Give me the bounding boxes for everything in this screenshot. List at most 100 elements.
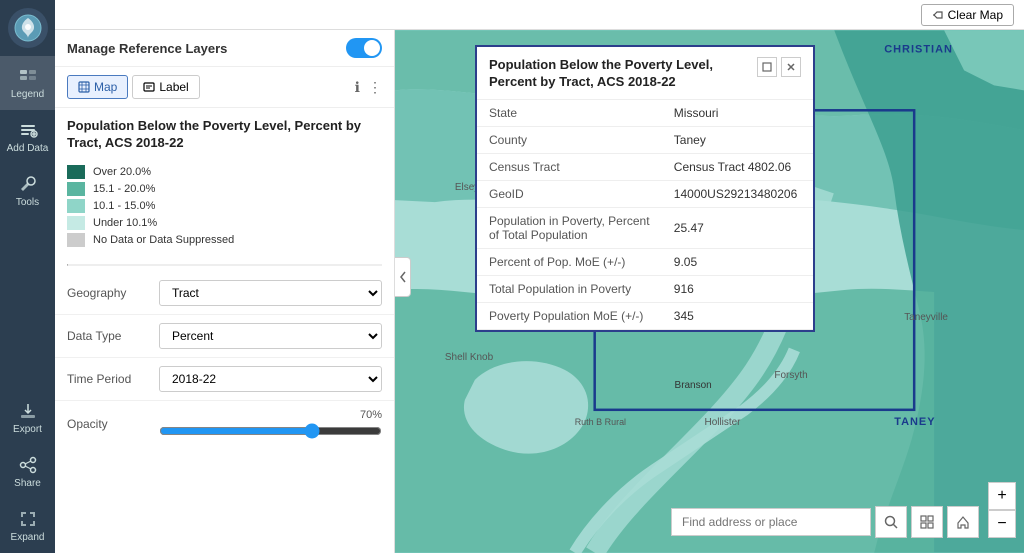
opacity-value: 70% (159, 409, 382, 421)
legend-color-1 (67, 182, 85, 196)
panel-tabs: Map Label ℹ ⋮ (55, 67, 394, 108)
geography-select[interactable]: Tract (159, 280, 382, 306)
svg-text:Shell Knob: Shell Knob (445, 352, 494, 363)
tab-label[interactable]: Label (132, 75, 199, 99)
panel-toggle-switch[interactable] (346, 38, 382, 58)
popup-label-county: County (477, 126, 662, 153)
popup-table: State Missouri County Taney Census Tract… (477, 100, 813, 330)
topbar: Clear Map (55, 0, 1024, 30)
svg-text:Ruth B Rural: Ruth B Rural (575, 417, 626, 427)
popup-row-pop-poverty: Population in Poverty, Percent of Total … (477, 207, 813, 248)
popup-label-poverty-moe: Poverty Population MoE (+/-) (477, 302, 662, 329)
sidebar-item-add-data[interactable]: Add Data (0, 110, 55, 164)
time-period-label: Time Period (67, 372, 147, 386)
legend-title: Population Below the Poverty Level, Perc… (55, 108, 394, 158)
popup-value-county: Taney (662, 126, 813, 153)
tab-map[interactable]: Map (67, 75, 128, 99)
popup-label-moe: Percent of Pop. MoE (+/-) (477, 248, 662, 275)
sidebar-item-tools[interactable]: Tools (0, 164, 55, 218)
sidebar-item-expand[interactable]: Expand (0, 499, 55, 553)
time-period-select[interactable]: 2018-22 (159, 366, 382, 392)
sidebar-bottom: Export Share Expand (0, 391, 55, 553)
home-icon (956, 515, 970, 529)
sidebar-item-share[interactable]: Share (0, 445, 55, 499)
popup-value-total-pop: 916 (662, 275, 813, 302)
zoom-in-button[interactable]: + (988, 482, 1016, 510)
search-input[interactable] (671, 508, 871, 536)
opacity-control: Opacity 70% (55, 401, 394, 447)
sidebar-item-export-label: Export (13, 424, 42, 435)
info-icon[interactable]: ℹ (355, 79, 360, 96)
popup-row-geoid: GeoID 14000US29213480206 (477, 180, 813, 207)
svg-text:Hollister: Hollister (705, 417, 742, 428)
legend-label-2: 10.1 - 15.0% (93, 200, 155, 212)
zoom-out-button[interactable]: − (988, 510, 1016, 538)
popup-label-geoid: GeoID (477, 180, 662, 207)
popup-value-census-tract: Census Tract 4802.06 (662, 153, 813, 180)
legend-item-1: 15.1 - 20.0% (67, 182, 382, 196)
popup-row-state: State Missouri (477, 100, 813, 127)
data-type-label: Data Type (67, 329, 147, 343)
popup-row-poverty-moe: Poverty Population MoE (+/-) 345 (477, 302, 813, 329)
popup-row-county: County Taney (477, 126, 813, 153)
clear-map-label: Clear Map (948, 8, 1003, 22)
popup-close-button[interactable] (781, 57, 801, 77)
reference-layers-panel: Manage Reference Layers Map (55, 30, 395, 553)
grid-view-button[interactable] (911, 506, 943, 538)
legend-items: Over 20.0% 15.1 - 20.0% 10.1 - 15.0% Und… (55, 158, 394, 258)
info-popup: Population Below the Poverty Level, Perc… (475, 45, 815, 332)
sidebar-item-share-label: Share (14, 478, 41, 489)
tab-label-label: Label (159, 80, 188, 94)
popup-header: Population Below the Poverty Level, Perc… (477, 47, 813, 100)
svg-text:Forsyth: Forsyth (774, 370, 807, 381)
legend-label-4: No Data or Data Suppressed (93, 234, 234, 246)
search-icon (884, 515, 898, 529)
clear-map-icon (932, 9, 944, 21)
data-type-select[interactable]: Percent (159, 323, 382, 349)
geography-control: Geography Tract (55, 272, 394, 315)
tab-map-label: Map (94, 80, 117, 94)
search-button[interactable] (875, 506, 907, 538)
map-area[interactable]: CHRISTIAN Elsey Shell Knob Branson Holli… (395, 30, 1024, 553)
legend-item-3: Under 10.1% (67, 216, 382, 230)
panel-header: Manage Reference Layers (55, 30, 394, 67)
sidebar-item-expand-label: Expand (11, 532, 45, 543)
popup-label-state: State (477, 100, 662, 127)
sidebar: Legend Add Data Tools Export (0, 0, 55, 553)
zoom-in-label: + (997, 488, 1006, 504)
expand-icon (762, 62, 772, 72)
popup-value-state: Missouri (662, 100, 813, 127)
svg-text:TANEY: TANEY (894, 416, 935, 428)
map-tab-icon (78, 81, 90, 93)
legend-label-0: Over 20.0% (93, 166, 151, 178)
sidebar-item-legend[interactable]: Legend (0, 56, 55, 110)
popup-value-pop-poverty: 25.47 (662, 207, 813, 248)
chevron-left-icon (399, 270, 407, 284)
panel-icons: ℹ ⋮ (355, 79, 382, 96)
zoom-controls: + − (988, 482, 1016, 538)
legend-item-2: 10.1 - 15.0% (67, 199, 382, 213)
sidebar-item-tools-label: Tools (16, 197, 39, 208)
popup-title: Population Below the Poverty Level, Perc… (489, 57, 749, 91)
opacity-slider-container: 70% (159, 409, 382, 439)
geography-label: Geography (67, 286, 147, 300)
more-icon[interactable]: ⋮ (368, 79, 382, 96)
popup-value-moe: 9.05 (662, 248, 813, 275)
opacity-slider[interactable] (159, 423, 382, 439)
popup-row-moe: Percent of Pop. MoE (+/-) 9.05 (477, 248, 813, 275)
sidebar-item-export[interactable]: Export (0, 391, 55, 445)
popup-value-poverty-moe: 345 (662, 302, 813, 329)
home-button[interactable] (947, 506, 979, 538)
popup-expand-button[interactable] (757, 57, 777, 77)
grid-icon (920, 515, 934, 529)
clear-map-button[interactable]: Clear Map (921, 4, 1014, 26)
legend-item-4: No Data or Data Suppressed (67, 233, 382, 247)
sidebar-item-legend-label: Legend (11, 89, 44, 100)
zoom-out-label: − (997, 516, 1006, 532)
popup-label-census-tract: Census Tract (477, 153, 662, 180)
legend-divider (67, 264, 382, 266)
svg-text:Branson: Branson (675, 380, 712, 391)
legend-color-0 (67, 165, 85, 179)
panel-collapse-button[interactable] (395, 257, 411, 297)
legend-label-3: Under 10.1% (93, 217, 157, 229)
